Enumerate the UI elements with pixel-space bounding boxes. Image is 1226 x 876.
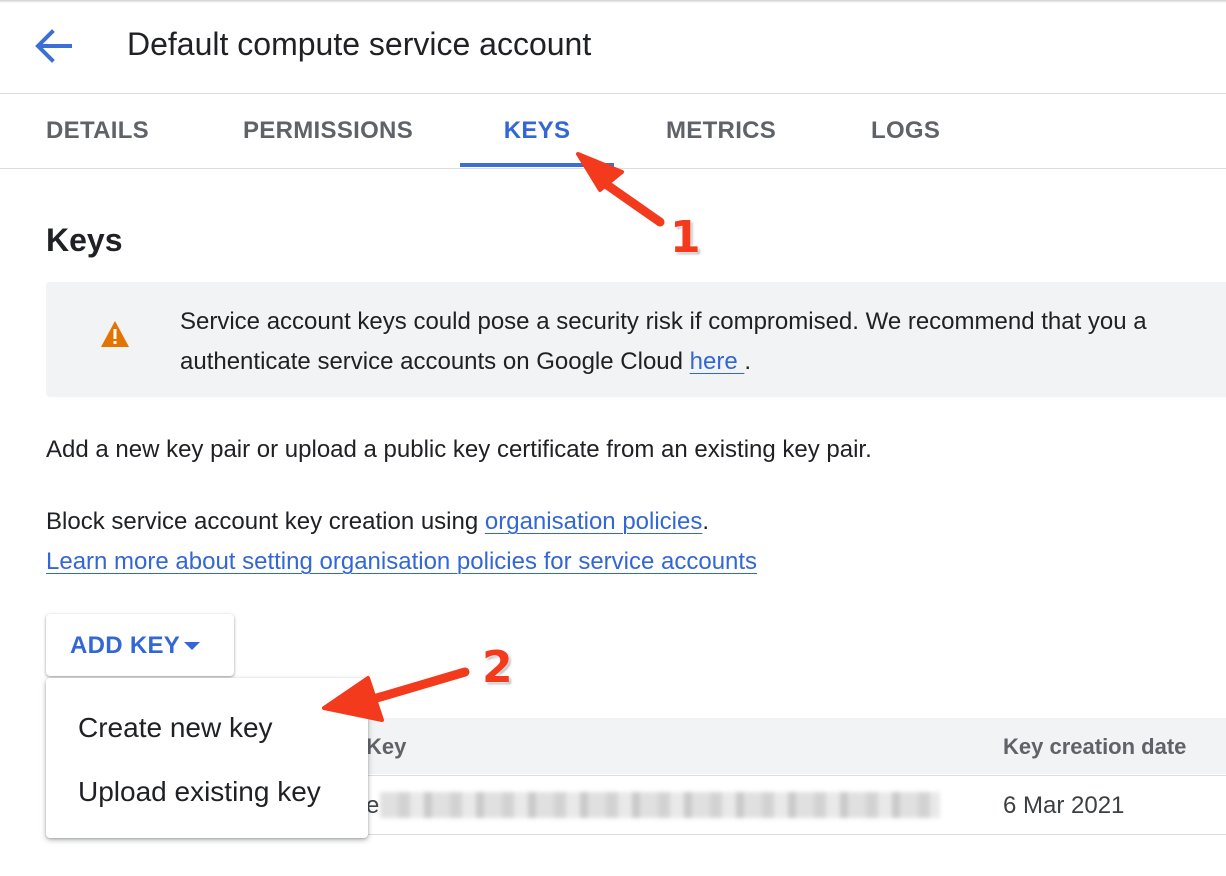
back-button[interactable]: [30, 26, 76, 66]
menu-item-create-new-key[interactable]: Create new key: [46, 698, 368, 754]
banner-line-1: Service account keys could pose a securi…: [180, 308, 1147, 335]
tab-bar: DETAILS PERMISSIONS KEYS METRICS LOGS: [0, 95, 1226, 169]
column-header-key: Key: [366, 734, 407, 759]
tab-logs[interactable]: LOGS: [871, 95, 940, 167]
warning-icon: [101, 321, 129, 347]
policy-text: Block service account key creation using…: [46, 508, 709, 536]
add-key-menu: Create new key Upload existing key: [46, 678, 368, 838]
redacted-key-id: [380, 792, 940, 818]
security-warning-banner: Service account keys could pose a securi…: [46, 282, 1226, 397]
caret-down-icon: [184, 642, 200, 650]
tab-permissions[interactable]: PERMISSIONS: [243, 95, 413, 167]
keys-table-header: Key Key creation date: [250, 718, 1226, 774]
policy-text-suffix: .: [702, 508, 710, 535]
keys-description: Add a new key pair or upload a public ke…: [46, 436, 872, 463]
table-row: e 6 Mar 2021: [250, 775, 1226, 835]
menu-item-upload-existing-key[interactable]: Upload existing key: [46, 762, 368, 818]
banner-line-2: authenticate service accounts on Google …: [180, 342, 1147, 382]
arrow-left-icon: [35, 29, 72, 63]
banner-line-2-text: authenticate service accounts on Google …: [180, 348, 690, 375]
learn-more-link[interactable]: Learn more about setting organisation po…: [46, 548, 757, 575]
annotation-number-1: 1: [670, 212, 701, 263]
tab-metrics[interactable]: METRICS: [666, 95, 776, 167]
menu-item-label: Upload existing key: [78, 776, 321, 807]
annotation-number-2: 2: [482, 642, 513, 693]
top-bar: Default compute service account: [0, 0, 1226, 94]
banner-line-2-suffix: .: [744, 348, 752, 375]
column-header-key-creation-date: Key creation date: [1003, 734, 1187, 759]
here-link[interactable]: here: [690, 348, 745, 375]
organisation-policies-link[interactable]: organisation policies: [485, 508, 702, 535]
key-id-visible: e: [366, 792, 380, 819]
page-title: Default compute service account: [127, 26, 592, 62]
active-tab-indicator: [460, 163, 614, 167]
add-key-label: ADD KEY: [70, 632, 181, 659]
tab-keys[interactable]: KEYS: [460, 95, 614, 167]
add-key-button[interactable]: ADD KEY: [46, 614, 234, 676]
banner-text: Service account keys could pose a securi…: [180, 302, 1147, 382]
key-creation-date: 6 Mar 2021: [1003, 792, 1125, 819]
learn-more-row: Learn more about setting organisation po…: [46, 548, 757, 576]
policy-text-prefix: Block service account key creation using: [46, 508, 485, 535]
menu-item-label: Create new key: [78, 712, 273, 743]
section-title: Keys: [46, 222, 123, 258]
tab-details[interactable]: DETAILS: [46, 95, 149, 167]
